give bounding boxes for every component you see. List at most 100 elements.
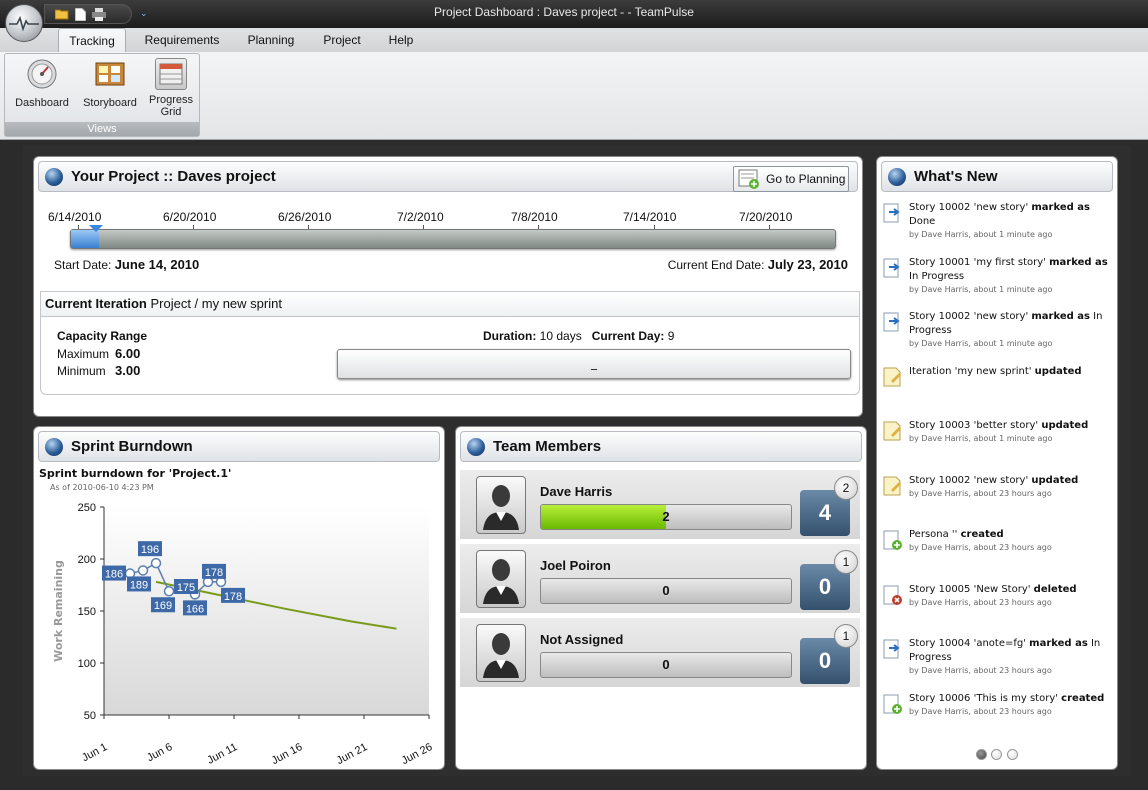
panel-orb-icon [45, 438, 63, 456]
window-title: Project Dashboard : Daves project - - Te… [434, 5, 694, 19]
planning-board-icon [738, 169, 759, 189]
edit-note-icon [883, 476, 901, 495]
news-subject: Persona '' [909, 529, 961, 540]
sprint-burndown-header: Sprint Burndown [38, 431, 440, 462]
news-subject: Iteration 'my new sprint' [909, 365, 1035, 377]
go-to-planning-label: Go to Planning [766, 172, 846, 186]
pager-dot[interactable] [991, 749, 1002, 760]
y-tick-label: 200 [78, 554, 96, 566]
data-label: 175 [177, 582, 195, 594]
duration-label: Duration: [483, 329, 537, 343]
views-group: Dashboard Storyboard Progress Grid Views [4, 53, 200, 137]
y-tick-label: 250 [78, 502, 96, 514]
news-item-text: Story 10002 'new story' updated by Dave H… [909, 474, 1111, 500]
data-label: 189 [130, 579, 148, 591]
news-action: marked as [1031, 202, 1090, 213]
news-action: created [960, 529, 1004, 540]
panel-orb-icon [45, 168, 63, 186]
data-point [137, 565, 149, 576]
tab-project[interactable]: Project [312, 28, 372, 52]
news-item-text: Story 10002 'new story' marked as In Pro… [909, 310, 1111, 350]
story-status-icon [883, 203, 900, 223]
storyboard-button-label: Storyboard [83, 97, 137, 109]
news-action: marked as [1029, 638, 1088, 649]
data-label: 178 [205, 567, 223, 579]
go-to-planning-button[interactable]: Go to Planning [733, 166, 849, 192]
ribbon: Dashboard Storyboard Progress Grid Views [0, 52, 1148, 140]
capacity-maximum: Maximum 6.00 [57, 346, 140, 361]
member-name: Joel Poiron [540, 558, 611, 573]
progress-grid-icon [159, 63, 183, 85]
project-title: Your Project :: Daves project [71, 168, 276, 185]
news-subject: Story 10004 'anote=fg' [909, 638, 1030, 649]
news-subject: Story 10006 'This is my story' [909, 692, 1062, 704]
member-workload-bar: 0 [540, 652, 792, 678]
data-label: 196 [141, 544, 159, 556]
project-panel-header: Your Project :: Daves project Go to Plan… [38, 161, 858, 192]
member-name: Not Assigned [540, 632, 624, 647]
timeline-date: 7/2/2010 [397, 210, 444, 224]
tab-help[interactable]: Help [380, 28, 422, 52]
progress-grid-button[interactable]: Progress Grid [145, 58, 197, 118]
news-status: In Progress [909, 270, 965, 282]
tab-planning[interactable]: Planning [238, 28, 304, 52]
pulse-logo-icon [9, 15, 39, 31]
story-status-icon [883, 258, 900, 277]
news-action: updated [1034, 365, 1082, 377]
team-members-panel: Team Members Dave Harris 2 4 2 Joel Poiron 0 0… [455, 426, 867, 770]
application-menu-button[interactable] [5, 4, 43, 42]
data-label: 186 [105, 569, 123, 581]
avatar [476, 550, 526, 608]
avatar [476, 476, 526, 534]
chart-title: Sprint burndown for 'Project.1' [39, 467, 232, 480]
team-member-row[interactable]: Not Assigned 0 0 1 [460, 617, 860, 687]
news-action: marked as [1031, 311, 1090, 322]
data-label: 178 [224, 591, 242, 603]
views-group-label: Views [5, 122, 199, 136]
member-workload-value: 0 [662, 657, 670, 672]
member-workload-value: 0 [662, 583, 670, 598]
sprint-burndown-panel: Sprint Burndown Sprint burndown for 'Pro… [33, 426, 445, 770]
dashboard-gauge-icon [27, 59, 57, 89]
add-item-icon [883, 530, 902, 550]
dashboard-button[interactable]: Dashboard [9, 58, 75, 109]
pager-dot[interactable] [976, 749, 987, 760]
avatar [476, 624, 526, 682]
storyboard-button[interactable]: Storyboard [77, 58, 143, 109]
timeline-date: 7/20/2010 [739, 210, 793, 224]
data-point [163, 585, 175, 597]
x-tick-label: Jun 6 [145, 741, 174, 764]
chart-subtitle: As of 2010-06-10 4:23 PM [50, 483, 154, 492]
story-status-icon [883, 639, 900, 659]
capacity-minimum: Minimum 3.00 [57, 363, 140, 378]
tab-tracking[interactable]: Tracking [58, 28, 126, 52]
sprint-burndown-title: Sprint Burndown [71, 438, 193, 455]
data-label: 166 [186, 603, 204, 615]
news-meta: by Dave Harris, about 23 hours ago [909, 666, 1052, 675]
news-item-text: Story 10002 'new story' marked as Done by… [909, 201, 1111, 241]
person-silhouette-icon [483, 485, 519, 530]
member-badge: 2 [834, 476, 858, 500]
tab-requirements[interactable]: Requirements [134, 28, 230, 52]
news-item-text: Story 10006 'This is my story' created by… [909, 692, 1111, 718]
team-member-row[interactable]: Dave Harris 2 4 2 [460, 469, 860, 539]
pager-dot[interactable] [1007, 749, 1018, 760]
x-tick-label: Jun 1 [80, 741, 109, 764]
news-subject: Story 10002 'new story' [909, 311, 1032, 322]
team-member-row[interactable]: Joel Poiron 0 0 1 [460, 543, 860, 613]
news-action: created [1061, 692, 1105, 704]
y-tick-label: 50 [84, 710, 96, 722]
news-action: updated [1041, 420, 1089, 431]
news-item-text: Iteration 'my new sprint' updated [909, 365, 1111, 379]
current-day-label: Current Day: [591, 329, 665, 343]
news-item-text: Story 10005 'New Story' deleted by Dave H… [909, 583, 1111, 609]
news-status: Done [909, 216, 936, 227]
y-tick-label: 100 [78, 658, 96, 670]
member-name: Dave Harris [540, 484, 613, 499]
member-badge: 1 [834, 550, 858, 574]
news-subject: Story 10003 'better story' [909, 420, 1042, 431]
start-date: Start Date: June 14, 2010 [54, 257, 199, 272]
member-workload-bar: 0 [540, 578, 792, 604]
news-meta: by Dave Harris, about 23 hours ago [909, 597, 1052, 607]
edit-note-icon [883, 421, 901, 441]
